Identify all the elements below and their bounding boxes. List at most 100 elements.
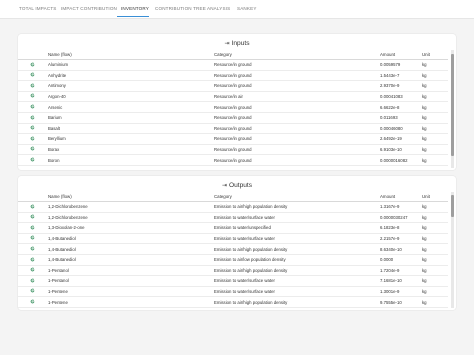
- flow-category: Emission to air/high population density: [214, 267, 288, 273]
- flow-amount: 1.5443e-7: [380, 72, 400, 78]
- flow-unit: kg: [422, 125, 427, 131]
- flow-name: 1,2-Dichlorobenzene: [48, 204, 88, 210]
- tab-analysis[interactable]: ANALYSIS: [207, 6, 230, 11]
- flow-amount: 0.011693: [380, 115, 398, 121]
- flow-amount: 8.6340e-10: [380, 246, 402, 252]
- flow-name: Barium: [48, 115, 62, 121]
- column-name-header[interactable]: Name (flow): [48, 52, 72, 57]
- flow-name: 1-Pentanol: [48, 278, 69, 284]
- flow-category: Resource/in ground: [214, 125, 252, 131]
- column-category-header[interactable]: Category: [214, 52, 232, 57]
- inputs-scrollbar[interactable]: [451, 50, 454, 168]
- tab-sankey[interactable]: SANKEY: [237, 6, 257, 11]
- flow-name: 1-Pentanol: [48, 267, 69, 273]
- flow-amount: 0.0059579: [380, 62, 401, 68]
- flow-icon: [30, 204, 35, 209]
- flow-amount: 0.0000016082: [380, 157, 408, 163]
- flow-name: 1,2-Dichlorobenzene: [48, 214, 88, 220]
- flow-unit: kg: [422, 83, 427, 89]
- flow-name: Boron: [48, 157, 60, 163]
- column-category-header[interactable]: Category: [214, 194, 232, 199]
- flow-unit: kg: [422, 267, 427, 273]
- flow-name: 1,3-Dioxolan-2-one: [48, 225, 85, 231]
- flow-amount: 0.00041083: [380, 94, 403, 100]
- inputs-scrollbar-thumb[interactable]: [451, 54, 454, 156]
- flow-icon: [30, 115, 35, 120]
- flow-name: Anhydrite: [48, 72, 67, 78]
- flow-name: Beryllium: [48, 136, 66, 142]
- flow-amount: 1.3167e-9: [380, 204, 400, 210]
- column-unit-header[interactable]: Unit: [422, 52, 430, 57]
- flow-name: 1,4-Butanediol: [48, 236, 76, 242]
- flow-unit: kg: [422, 104, 427, 110]
- column-unit-header[interactable]: Unit: [422, 194, 430, 199]
- inputs-panel: ⇥ Inputs Name (flow) Category Amount Unit…: [18, 34, 456, 170]
- flow-amount: 7.1681e-10: [380, 278, 402, 284]
- flow-amount: 0.0000: [380, 257, 394, 263]
- tab-impact-contribution[interactable]: IMPACT CONTRIBUTION: [61, 6, 117, 11]
- flow-icon: [30, 246, 35, 251]
- flow-name: Antimony: [48, 83, 66, 89]
- flow-name: 1-Pentene: [48, 299, 68, 305]
- flow-category: Emission to water/surface water: [214, 214, 275, 220]
- flow-unit: kg: [422, 289, 427, 295]
- tab-bar: TOTAL IMPACTS IMPACT CONTRIBUTION INVENT…: [0, 0, 474, 19]
- flow-amount: 6.1823e-8: [380, 225, 400, 231]
- flow-category: Resource/in ground: [214, 72, 252, 78]
- flow-icon: [30, 278, 35, 283]
- flow-icon: [30, 104, 35, 109]
- column-amount-header[interactable]: Amount: [380, 52, 395, 57]
- column-name-header[interactable]: Name (flow): [48, 194, 72, 199]
- flow-unit: kg: [422, 72, 427, 78]
- outputs-scrollbar[interactable]: [451, 192, 454, 308]
- flow-name: Borax: [48, 147, 60, 153]
- table-row[interactable]: Boron Resource/in ground 0.0000016082 kg: [18, 154, 448, 166]
- flow-category: Emission to water/surface water: [214, 289, 275, 295]
- flow-unit: kg: [422, 115, 427, 121]
- flow-amount: 6.9103e-10: [380, 147, 402, 153]
- flow-name: 1,4-Butanediol: [48, 246, 76, 252]
- flow-category: Emission to water/surface water: [214, 278, 275, 284]
- flow-unit: kg: [422, 246, 427, 252]
- flow-name: Arsenic: [48, 104, 63, 110]
- column-amount-header[interactable]: Amount: [380, 194, 395, 199]
- tab-total-impacts[interactable]: TOTAL IMPACTS: [19, 6, 57, 11]
- flow-category: Resource/in ground: [214, 83, 252, 89]
- table-row[interactable]: 1-Pentene Emission to air/high population…: [18, 296, 448, 308]
- flow-icon: [30, 72, 35, 77]
- flow-icon: [30, 83, 35, 88]
- flow-unit: kg: [422, 236, 427, 242]
- flow-amount: 9.7555e-10: [380, 299, 402, 305]
- flow-icon: [30, 299, 35, 304]
- flow-category: Resource/in air: [214, 94, 243, 100]
- flow-name: 1,4-Butanediol: [48, 257, 76, 263]
- tab-inventory[interactable]: INVENTORY: [121, 6, 149, 11]
- flow-category: Emission to water/surface water: [214, 236, 275, 242]
- flow-icon: [30, 214, 35, 219]
- flow-category: Emission to air/high population density: [214, 246, 288, 252]
- flow-unit: kg: [422, 278, 427, 284]
- flow-amount: 2.9370e-9: [380, 83, 400, 89]
- flow-category: Emission to air/high population density: [214, 299, 288, 305]
- flow-unit: kg: [422, 157, 427, 163]
- flow-category: Resource/in ground: [214, 62, 252, 68]
- flow-icon: [30, 62, 35, 67]
- flow-name: Basalt: [48, 125, 60, 131]
- flow-amount: 6.6622e-8: [380, 104, 400, 110]
- flow-unit: kg: [422, 94, 427, 100]
- outputs-panel: ⇥ Outputs Name (flow) Category Amount Uni…: [18, 176, 456, 310]
- sign-in-icon: ⇥: [224, 41, 230, 47]
- flow-icon: [30, 288, 35, 293]
- flow-icon: [30, 257, 35, 262]
- flow-category: Resource/in ground: [214, 157, 252, 163]
- outputs-title-text: Outputs: [228, 182, 253, 189]
- tab-contribution-tree[interactable]: CONTRIBUTION TREE: [155, 6, 206, 11]
- flow-icon: [30, 267, 35, 272]
- outputs-scrollbar-thumb[interactable]: [451, 195, 454, 217]
- flow-amount: 2.2157e-9: [380, 236, 400, 242]
- active-tab-indicator: [117, 15, 149, 17]
- flow-category: Emission to water/unspecified: [214, 225, 271, 231]
- inputs-title-text: Inputs: [231, 40, 250, 47]
- flow-name: 1-Pentene: [48, 289, 68, 295]
- flow-category: Resource/in ground: [214, 104, 252, 110]
